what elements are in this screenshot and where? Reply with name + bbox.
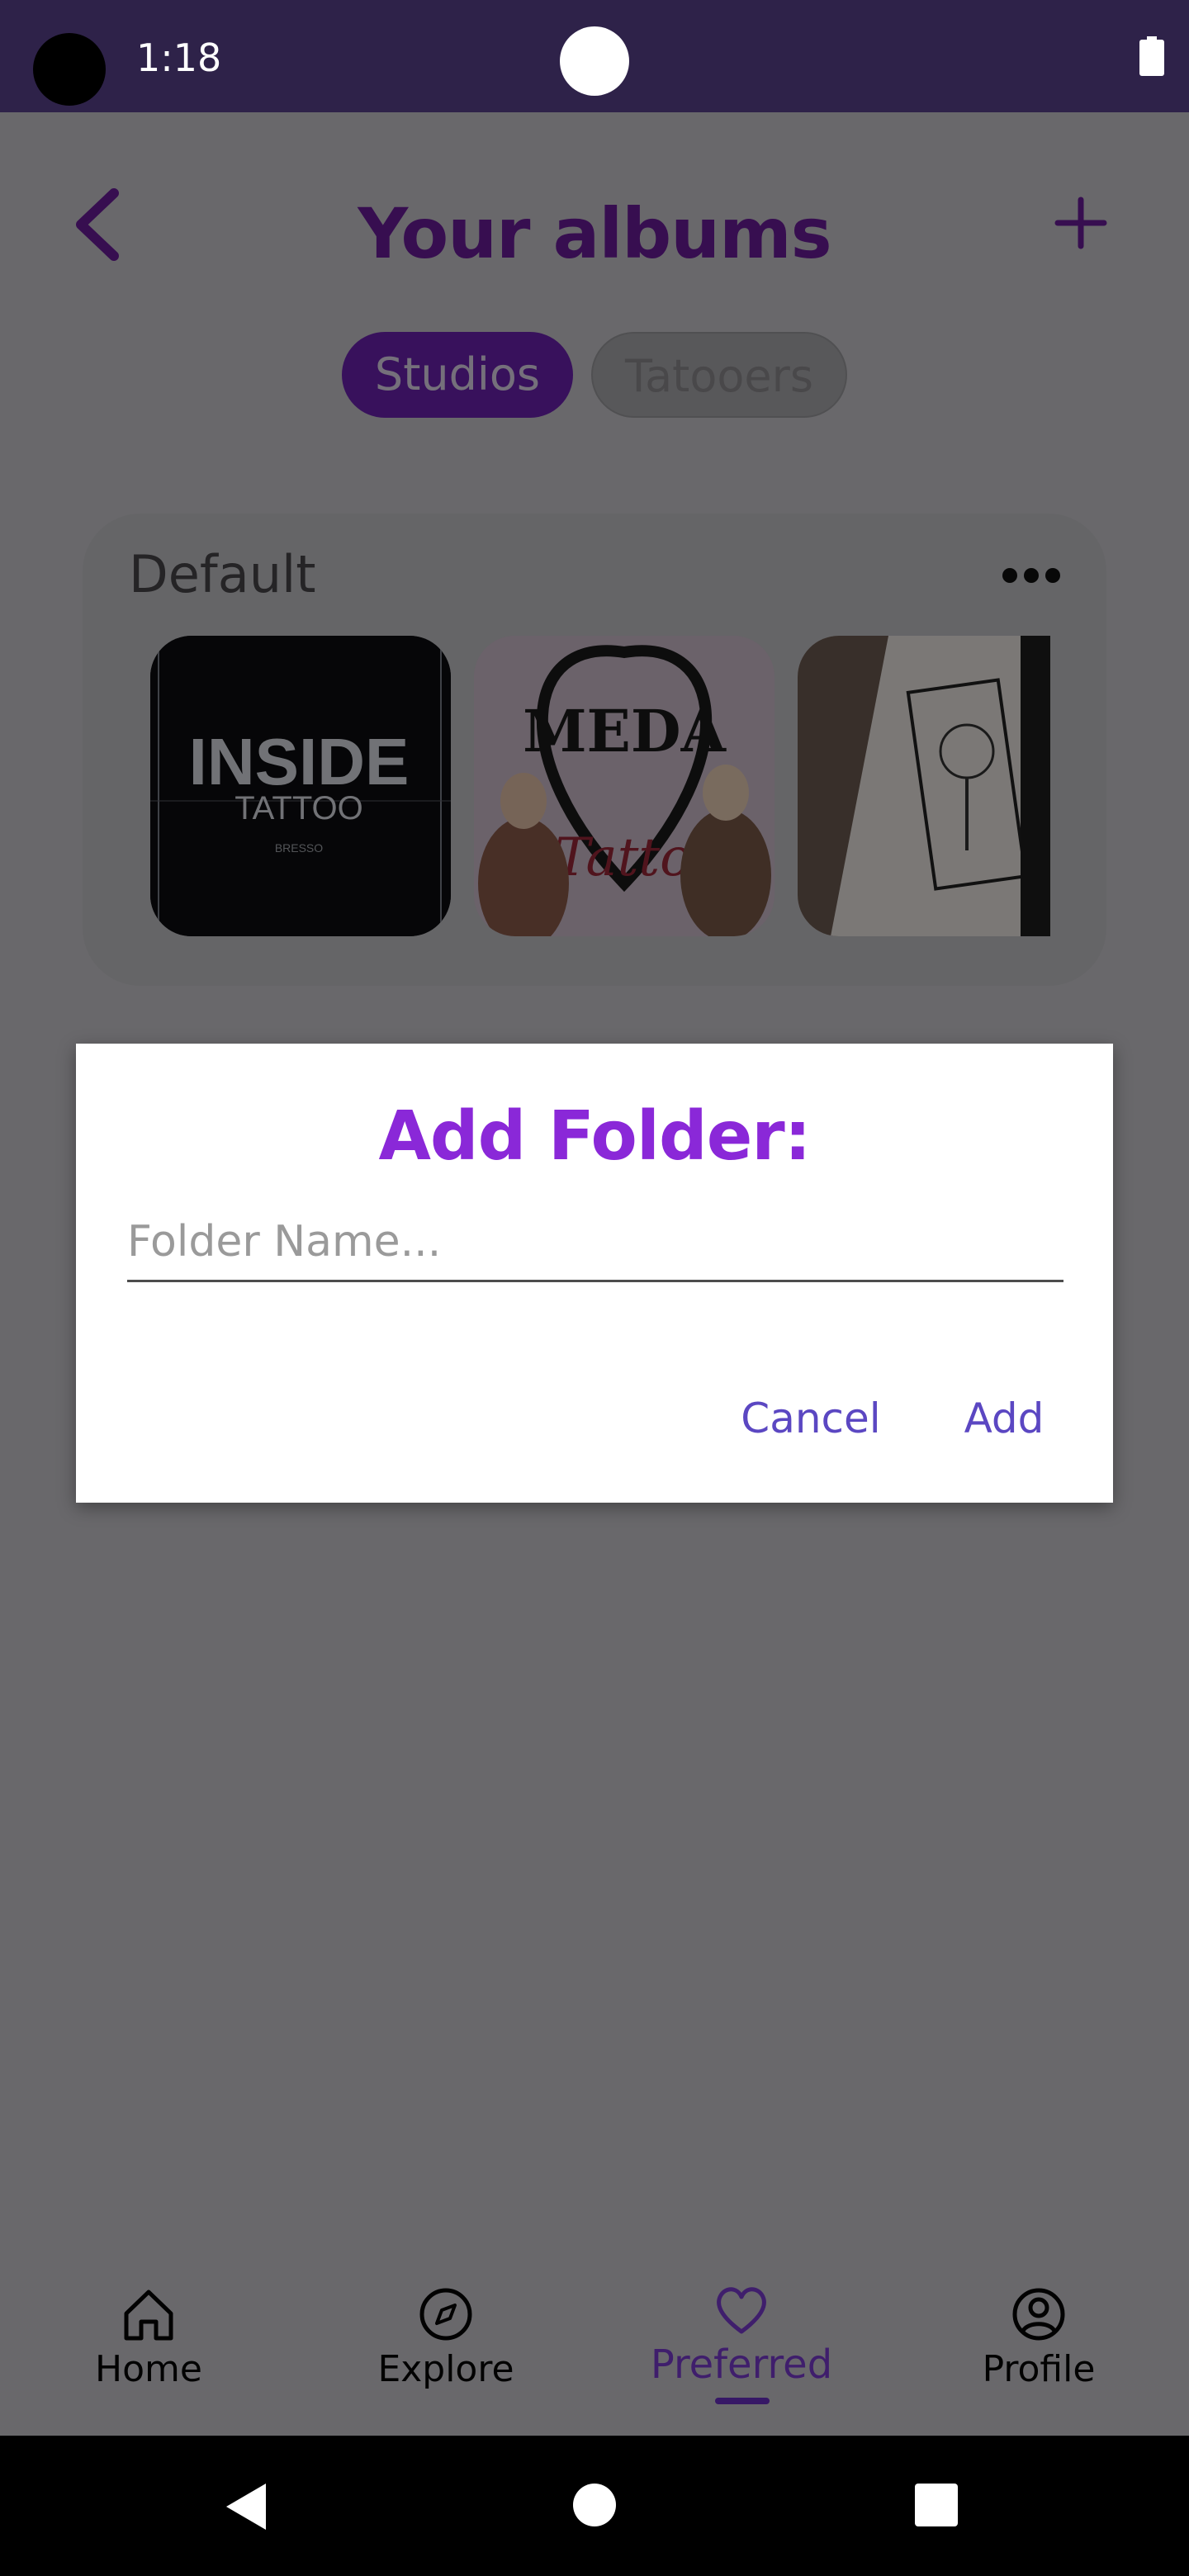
camera-cutout xyxy=(33,33,106,106)
system-home-icon[interactable] xyxy=(573,2484,616,2526)
cancel-button[interactable]: Cancel xyxy=(720,1377,902,1460)
system-recents-icon[interactable] xyxy=(915,2484,958,2526)
add-folder-dialog: Add Folder: Cancel Add xyxy=(76,1044,1113,1503)
system-back-icon[interactable] xyxy=(223,2480,272,2533)
add-button[interactable]: Add xyxy=(930,1377,1078,1460)
status-time: 1:18 xyxy=(136,36,222,80)
folder-name-input[interactable] xyxy=(127,1209,1063,1282)
status-indicator-dot xyxy=(560,26,629,96)
dialog-title: Add Folder: xyxy=(378,1097,811,1176)
battery-icon xyxy=(1139,36,1164,76)
